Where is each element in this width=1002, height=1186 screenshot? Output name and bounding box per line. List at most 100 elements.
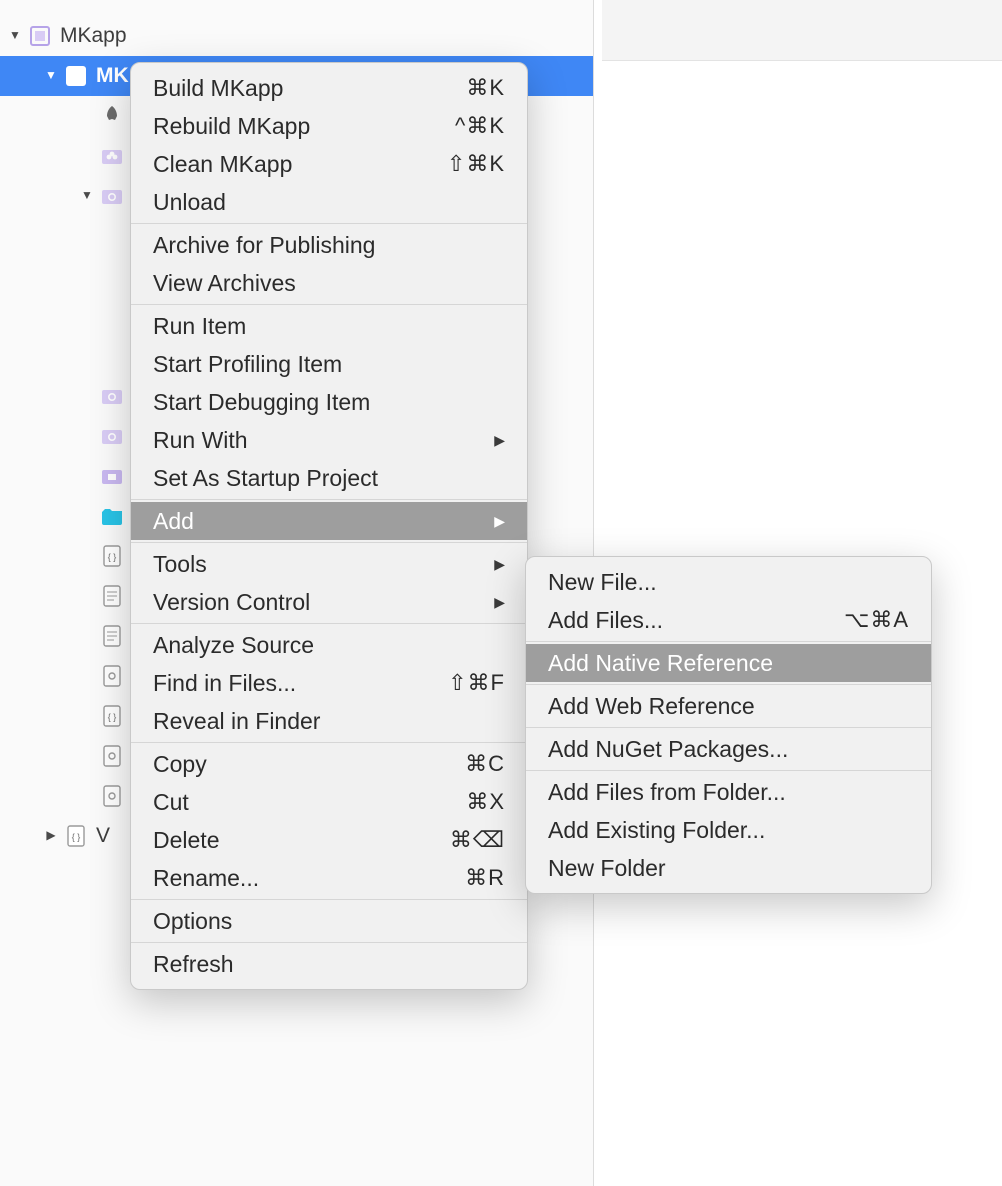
- project-icon: [64, 64, 88, 88]
- menu-shortcut: ⇧⌘K: [447, 151, 505, 177]
- menu-item-refresh[interactable]: Refresh: [131, 945, 527, 983]
- submenu-arrow-icon: ▶: [494, 556, 505, 573]
- solution-root-row[interactable]: ▼ MKapp: [0, 16, 593, 56]
- menu-separator: [131, 742, 527, 743]
- project-context-menu[interactable]: Build MKapp ⌘K Rebuild MKapp ^⌘K Clean M…: [130, 62, 528, 990]
- tree-item-icon: [100, 504, 124, 528]
- menu-item-label: Copy: [153, 751, 207, 778]
- menu-shortcut: ⌘C: [465, 751, 505, 777]
- menu-item-label: Add Files from Folder...: [548, 779, 786, 806]
- menu-shortcut: ⇧⌘F: [448, 670, 505, 696]
- menu-item-label: Version Control: [153, 589, 310, 616]
- menu-item-start-debugging-item[interactable]: Start Debugging Item: [131, 383, 527, 421]
- menu-item-copy[interactable]: Copy ⌘C: [131, 745, 527, 783]
- menu-separator: [526, 770, 931, 771]
- menu-item-label: Rename...: [153, 865, 259, 892]
- svg-text:{ }: { }: [108, 712, 117, 722]
- tree-item-icon: [100, 744, 124, 768]
- svg-text:{ }: { }: [72, 832, 81, 842]
- twisty-icon[interactable]: ▶: [44, 828, 58, 842]
- menu-item-set-as-startup-project[interactable]: Set As Startup Project: [131, 459, 527, 497]
- menu-item-options[interactable]: Options: [131, 902, 527, 940]
- menu-separator: [526, 727, 931, 728]
- solution-root-label: MKapp: [60, 24, 127, 48]
- menu-item-find-in-files[interactable]: Find in Files... ⇧⌘F: [131, 664, 527, 702]
- menu-item-delete[interactable]: Delete ⌘⌫: [131, 821, 527, 859]
- submenu-arrow-icon: ▶: [494, 594, 505, 611]
- project-label: MK: [96, 64, 129, 88]
- submenu-arrow-icon: ▶: [494, 432, 505, 449]
- submenu-item-add-web-reference[interactable]: Add Web Reference: [526, 687, 931, 725]
- submenu-item-add-files[interactable]: Add Files... ⌥⌘A: [526, 601, 931, 639]
- submenu-item-add-files-from-folder[interactable]: Add Files from Folder...: [526, 773, 931, 811]
- menu-item-label: Add Existing Folder...: [548, 817, 765, 844]
- menu-separator: [131, 899, 527, 900]
- menu-item-label: Add Native Reference: [548, 650, 773, 677]
- tree-item-icon: { }: [100, 704, 124, 728]
- menu-item-archive-for-publishing[interactable]: Archive for Publishing: [131, 226, 527, 264]
- tree-item-icon: [100, 664, 124, 688]
- menu-shortcut: ⌥⌘A: [844, 607, 909, 633]
- menu-item-run-item[interactable]: Run Item: [131, 307, 527, 345]
- menu-separator: [526, 641, 931, 642]
- submenu-item-add-nuget-packages[interactable]: Add NuGet Packages...: [526, 730, 931, 768]
- menu-shortcut: ^⌘K: [455, 113, 505, 139]
- menu-item-label: Build MKapp: [153, 75, 283, 102]
- menu-item-label: Add: [153, 508, 194, 535]
- menu-separator: [131, 542, 527, 543]
- submenu-item-new-file[interactable]: New File...: [526, 563, 931, 601]
- menu-separator: [131, 623, 527, 624]
- tree-item-icon: [100, 424, 124, 448]
- twisty-down-icon[interactable]: ▼: [8, 28, 22, 42]
- menu-item-rebuild-mkapp[interactable]: Rebuild MKapp ^⌘K: [131, 107, 527, 145]
- menu-item-reveal-in-finder[interactable]: Reveal in Finder: [131, 702, 527, 740]
- menu-item-label: Start Profiling Item: [153, 351, 342, 378]
- menu-item-tools[interactable]: Tools ▶: [131, 545, 527, 583]
- tree-item-icon: [100, 784, 124, 808]
- menu-item-start-profiling-item[interactable]: Start Profiling Item: [131, 345, 527, 383]
- menu-item-add[interactable]: Add ▶: [131, 502, 527, 540]
- menu-item-label: Delete: [153, 827, 219, 854]
- menu-item-label: View Archives: [153, 270, 296, 297]
- menu-item-label: Add Files...: [548, 607, 663, 634]
- tree-item-icon: [100, 104, 124, 128]
- menu-item-unload[interactable]: Unload: [131, 183, 527, 221]
- menu-item-analyze-source[interactable]: Analyze Source: [131, 626, 527, 664]
- menu-shortcut: ⌘K: [466, 75, 505, 101]
- submenu-item-new-folder[interactable]: New Folder: [526, 849, 931, 887]
- menu-shortcut: ⌘R: [465, 865, 505, 891]
- twisty-icon[interactable]: ▼: [80, 188, 94, 202]
- menu-item-label: New File...: [548, 569, 657, 596]
- menu-item-view-archives[interactable]: View Archives: [131, 264, 527, 302]
- menu-item-label: Cut: [153, 789, 189, 816]
- menu-shortcut: ⌘⌫: [450, 827, 505, 853]
- menu-item-label: Refresh: [153, 951, 234, 978]
- menu-item-run-with[interactable]: Run With ▶: [131, 421, 527, 459]
- menu-item-label: Tools: [153, 551, 207, 578]
- menu-item-build-mkapp[interactable]: Build MKapp ⌘K: [131, 69, 527, 107]
- tree-item-icon: [100, 144, 124, 168]
- menu-item-label: Archive for Publishing: [153, 232, 375, 259]
- menu-item-label: Run Item: [153, 313, 246, 340]
- menu-item-label: Reveal in Finder: [153, 708, 320, 735]
- tree-item-label: V: [96, 824, 110, 848]
- menu-item-label: Add Web Reference: [548, 693, 755, 720]
- menu-separator: [131, 304, 527, 305]
- menu-item-label: Find in Files...: [153, 670, 296, 697]
- submenu-item-add-existing-folder[interactable]: Add Existing Folder...: [526, 811, 931, 849]
- menu-item-label: Start Debugging Item: [153, 389, 370, 416]
- menu-item-label: Unload: [153, 189, 226, 216]
- menu-item-label: Rebuild MKapp: [153, 113, 310, 140]
- menu-item-label: Options: [153, 908, 232, 935]
- menu-item-clean-mkapp[interactable]: Clean MKapp ⇧⌘K: [131, 145, 527, 183]
- twisty-down-icon[interactable]: ▼: [44, 68, 58, 82]
- menu-item-cut[interactable]: Cut ⌘X: [131, 783, 527, 821]
- menu-separator: [131, 942, 527, 943]
- add-submenu[interactable]: New File... Add Files... ⌥⌘A Add Native …: [525, 556, 932, 894]
- menu-item-version-control[interactable]: Version Control ▶: [131, 583, 527, 621]
- menu-separator: [131, 223, 527, 224]
- tree-item-icon: { }: [64, 824, 88, 848]
- menu-item-rename[interactable]: Rename... ⌘R: [131, 859, 527, 897]
- tree-item-icon: { }: [100, 544, 124, 568]
- submenu-item-add-native-reference[interactable]: Add Native Reference: [526, 644, 931, 682]
